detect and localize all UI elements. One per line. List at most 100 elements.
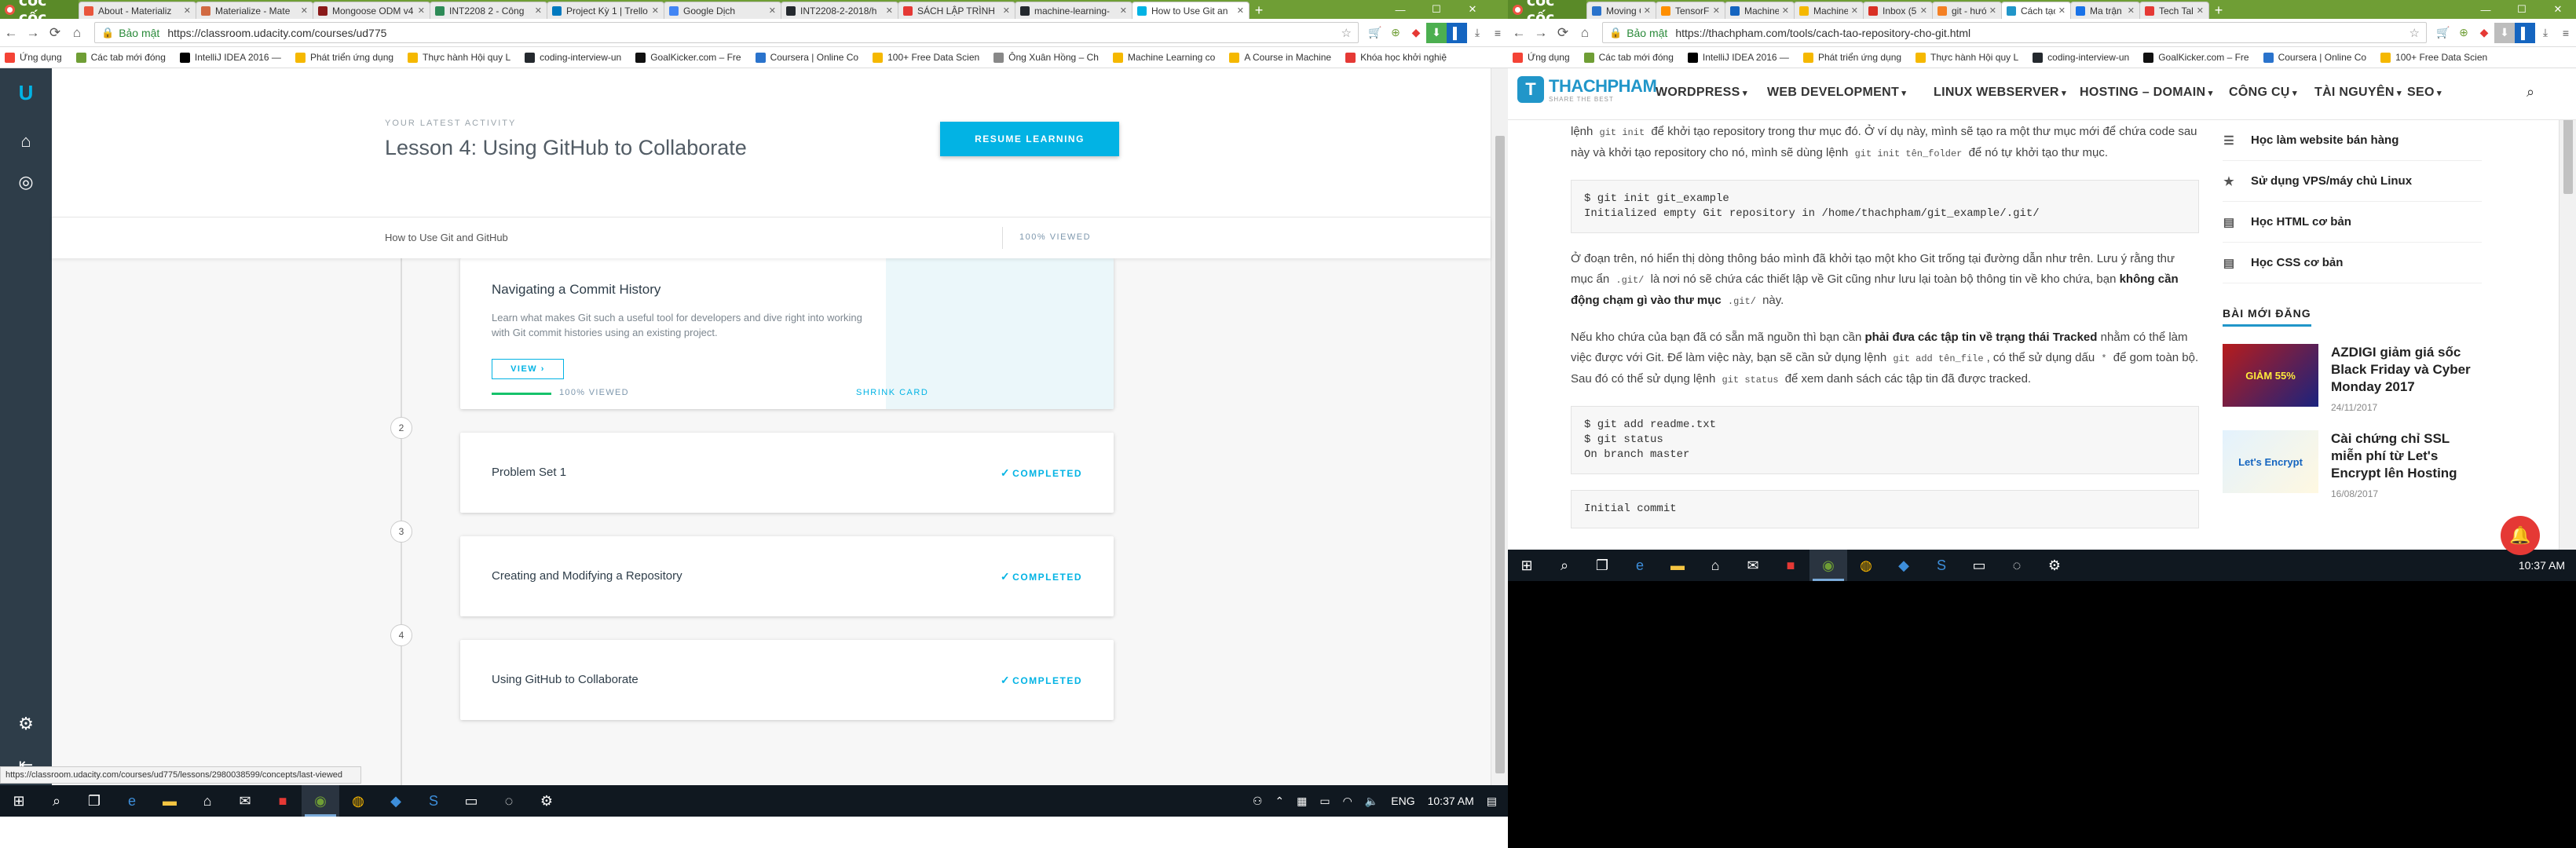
- download-status-icon[interactable]: ⬇: [2494, 22, 2515, 43]
- tab-close-icon[interactable]: ✕: [769, 5, 776, 16]
- store-icon[interactable]: ⌂: [1696, 550, 1734, 581]
- minimize-icon[interactable]: —: [1382, 0, 1418, 19]
- battery-icon[interactable]: ▭: [1319, 795, 1330, 808]
- app-red-icon[interactable]: ■: [1772, 550, 1809, 581]
- vscode-icon[interactable]: ◆: [1885, 550, 1923, 581]
- downloads-icon[interactable]: ⤓: [1467, 23, 1487, 43]
- sidebar-link[interactable]: ▤ Học HTML cơ bản: [2223, 202, 2482, 243]
- browser-tab[interactable]: Materialize - Mate ✕: [196, 2, 313, 19]
- store-icon[interactable]: ⌂: [188, 785, 226, 817]
- sidebar-link[interactable]: ☰ Học làm website bán hàng: [2223, 120, 2482, 161]
- tab-close-icon[interactable]: ✕: [1237, 5, 1244, 16]
- post-thumbnail[interactable]: GIẢM 55%: [2223, 344, 2318, 407]
- close-icon[interactable]: ✕: [1454, 0, 1491, 19]
- thachpham-logo[interactable]: T THACHPHAM SHARE THE BEST: [1517, 76, 1657, 103]
- download-status-icon[interactable]: ⬇: [1426, 22, 1447, 43]
- extension-coccoc-icon[interactable]: ⊕: [1385, 23, 1406, 43]
- extension-blue-icon[interactable]: ▌: [2515, 22, 2535, 43]
- menu-item[interactable]: CÔNG CỤ ▾: [2229, 86, 2297, 100]
- tab-close-icon[interactable]: ✕: [2128, 5, 2135, 16]
- post-title[interactable]: Cài chứng chỉ SSL miễn phí từ Let's Encr…: [2331, 430, 2482, 482]
- post-thumbnail[interactable]: Let's Encrypt: [2223, 430, 2318, 493]
- bookmark-item[interactable]: Khóa học khởi nghiệ: [1345, 52, 1447, 63]
- bookmark-item[interactable]: Coursera | Online Co: [2263, 52, 2366, 63]
- sidebar-link[interactable]: ★ Sử dụng VPS/máy chủ Linux: [2223, 161, 2482, 202]
- url-field[interactable]: 🔒 Bảo mật https://classroom.udacity.com/…: [94, 22, 1359, 43]
- bookmark-item[interactable]: Phát triển ứng dụng: [295, 52, 393, 63]
- right-scrollbar[interactable]: [2559, 68, 2576, 581]
- clock[interactable]: 10:37 AM: [2519, 559, 2565, 572]
- bookmark-item[interactable]: 100+ Free Data Scien: [2380, 52, 2487, 63]
- wifi-icon[interactable]: ◠: [1343, 795, 1352, 808]
- browser-tab[interactable]: Project Kỳ 1 | Trello ✕: [547, 2, 664, 19]
- app-icon-2[interactable]: ⚙: [2036, 550, 2073, 581]
- reload-icon[interactable]: ⟳: [1552, 22, 1574, 44]
- tab-close-icon[interactable]: ✕: [2197, 5, 2204, 16]
- tab-close-icon[interactable]: ✕: [886, 5, 893, 16]
- bookmark-item[interactable]: coding-interview-un: [2033, 52, 2129, 63]
- windows-start-icon[interactable]: ⊞: [0, 785, 38, 817]
- skype-icon[interactable]: S: [1923, 550, 1960, 581]
- task-view-icon[interactable]: ❐: [75, 785, 113, 817]
- bookmark-item[interactable]: Thực hành Hội quy L: [408, 52, 510, 63]
- terminal-icon[interactable]: ▭: [452, 785, 490, 817]
- edge-icon[interactable]: e: [1621, 550, 1659, 581]
- bookmark-item[interactable]: GoalKicker.com – Fre: [635, 52, 741, 63]
- browser-tab[interactable]: Machine L✕: [1725, 2, 1795, 19]
- bookmark-item[interactable]: Thực hành Hội quy L: [1916, 52, 2018, 63]
- bookmark-item[interactable]: Phát triển ứng dụng: [1802, 52, 1901, 63]
- home-icon[interactable]: ⌂: [14, 130, 38, 153]
- bookmark-item[interactable]: Các tab mới đóng: [1583, 52, 1674, 63]
- tab-close-icon[interactable]: ✕: [1920, 5, 1927, 16]
- scroll-thumb[interactable]: [1495, 136, 1505, 773]
- tab-close-icon[interactable]: ✕: [184, 5, 191, 16]
- menu-item[interactable]: SEO ▾: [2407, 86, 2442, 100]
- bookmark-item[interactable]: Coursera | Online Co: [755, 52, 858, 63]
- browser-tab[interactable]: About - Materializ ✕: [79, 2, 196, 19]
- browser-tab[interactable]: Machine L✕: [1794, 2, 1864, 19]
- bookmark-star-icon[interactable]: ☆: [2410, 26, 2420, 40]
- minimize-icon[interactable]: —: [2468, 0, 2504, 19]
- bookmark-item[interactable]: IntelliJ IDEA 2016 —: [179, 52, 281, 63]
- tab-close-icon[interactable]: ✕: [301, 5, 308, 16]
- chrome-icon[interactable]: ◍: [1847, 550, 1885, 581]
- browser-tab[interactable]: git - hướn✕: [1932, 2, 2002, 19]
- search-icon[interactable]: ⌕: [38, 785, 75, 817]
- shrink-card-link[interactable]: SHRINK CARD: [856, 388, 928, 397]
- bookmark-item[interactable]: Ông Xuân Hồng – Ch: [993, 52, 1099, 63]
- browser-tab[interactable]: Inbox (59)✕: [1863, 2, 1933, 19]
- browser-tab[interactable]: Google Dịch ✕: [664, 2, 781, 19]
- url-field[interactable]: 🔒 Bảo mật https://thachpham.com/tools/ca…: [1602, 22, 2427, 43]
- post-item[interactable]: Let's Encrypt Cài chứng chỉ SSL miễn phí …: [2223, 430, 2482, 499]
- browser-tab[interactable]: Moving Co✕: [1586, 2, 1656, 19]
- extension-shield-icon[interactable]: ◆: [2474, 23, 2494, 43]
- view-button[interactable]: VIEW ›: [492, 359, 564, 379]
- new-tab-button[interactable]: +: [1249, 2, 1269, 19]
- vscode-icon[interactable]: ◆: [377, 785, 415, 817]
- bookmark-item[interactable]: Các tab mới đóng: [75, 52, 166, 63]
- browser-tab[interactable]: Ma trận kí ✕: [2070, 2, 2140, 19]
- browser-tab[interactable]: TensorFlo✕: [1656, 2, 1725, 19]
- maximize-icon[interactable]: ☐: [2504, 0, 2540, 19]
- browser-tab[interactable]: Mongoose ODM v4 ✕: [313, 2, 430, 19]
- browser-tab[interactable]: How to Use Git an ✕: [1132, 2, 1250, 19]
- browser-tab[interactable]: Tech Talk✕: [2139, 2, 2209, 19]
- language-indicator[interactable]: ENG: [1391, 795, 1414, 807]
- new-tab-button[interactable]: +: [2208, 2, 2229, 19]
- chrome-icon[interactable]: ◍: [339, 785, 377, 817]
- maximize-icon[interactable]: ☐: [1418, 0, 1454, 19]
- tab-close-icon[interactable]: ✕: [1851, 5, 1858, 16]
- back-icon[interactable]: ←: [1508, 22, 1530, 44]
- bookmark-item[interactable]: Machine Learning co: [1112, 52, 1215, 63]
- post-item[interactable]: GIẢM 55% AZDIGI giảm giá sốc Black Friday…: [2223, 344, 2482, 413]
- resume-learning-button[interactable]: RESUME LEARNING: [940, 122, 1119, 156]
- menu-item[interactable]: WEB DEVELOPMENT ▾: [1767, 86, 1906, 100]
- bookmark-item[interactable]: Ứng dụng: [1513, 52, 1570, 63]
- notification-bell-icon[interactable]: 🔔: [2501, 516, 2540, 555]
- coccoc-logo[interactable]: cốc cốc: [1508, 0, 1586, 27]
- forward-icon[interactable]: →: [22, 22, 44, 44]
- compass-icon[interactable]: ◎: [14, 170, 38, 194]
- file-explorer-icon[interactable]: ▬: [1659, 550, 1696, 581]
- windows-start-icon[interactable]: ⊞: [1508, 550, 1546, 581]
- post-title[interactable]: AZDIGI giảm giá sốc Black Friday và Cybe…: [2331, 344, 2482, 396]
